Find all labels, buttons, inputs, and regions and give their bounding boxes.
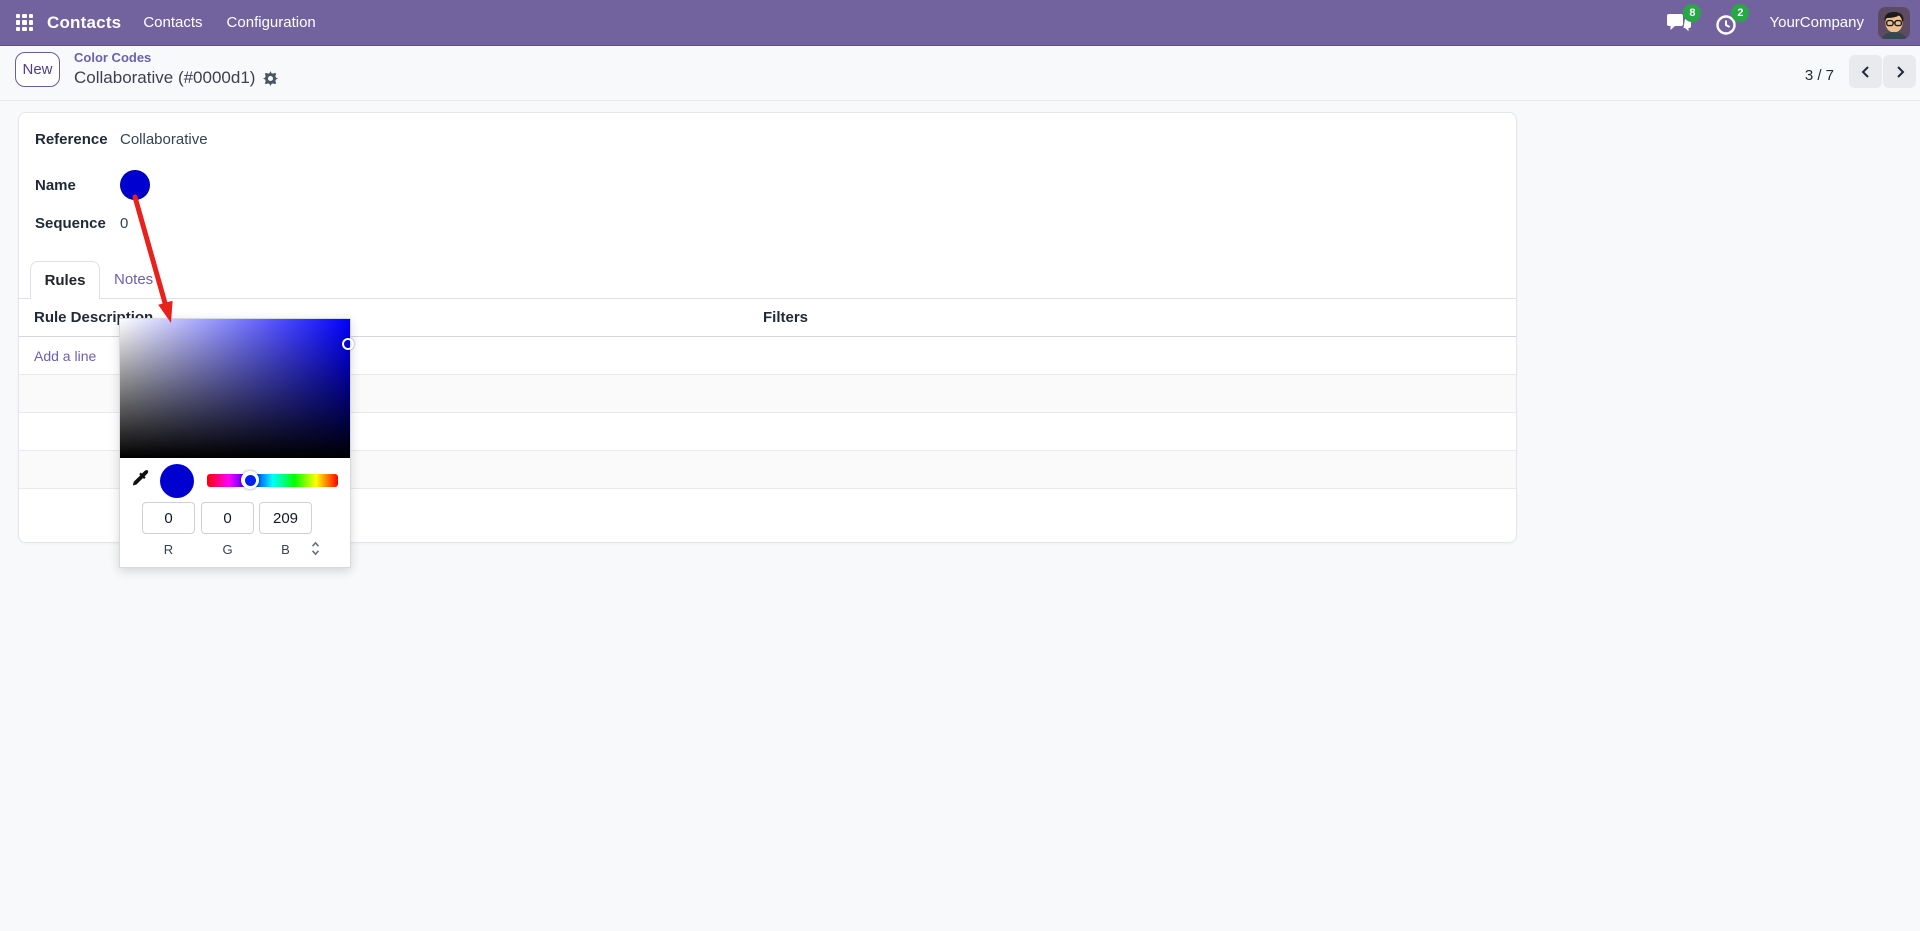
sv-cursor[interactable] bbox=[342, 338, 354, 350]
pager-next-button[interactable] bbox=[1883, 55, 1916, 88]
breadcrumb-parent-link[interactable]: Color Codes bbox=[74, 50, 278, 66]
top-navbar: Contacts Contacts Configuration 8 2 Your… bbox=[0, 0, 1920, 46]
messages-button[interactable]: 8 bbox=[1665, 3, 1702, 40]
green-input[interactable] bbox=[201, 502, 254, 534]
control-panel: New Color Codes Collaborative (#0000d1) … bbox=[0, 46, 1920, 101]
blue-label: B bbox=[281, 542, 290, 557]
name-label: Name bbox=[35, 176, 76, 194]
field-name: Name bbox=[35, 170, 150, 200]
name-color-swatch[interactable] bbox=[120, 170, 150, 200]
hue-slider[interactable] bbox=[207, 471, 338, 489]
breadcrumb: Color Codes Collaborative (#0000d1) bbox=[74, 50, 279, 89]
column-header-filters: Filters bbox=[763, 309, 809, 326]
company-switcher[interactable]: YourCompany bbox=[1769, 14, 1864, 31]
reference-value[interactable]: Collaborative bbox=[120, 131, 208, 148]
red-input[interactable] bbox=[142, 502, 195, 534]
menu-configuration[interactable]: Configuration bbox=[225, 10, 318, 35]
format-toggle-icon[interactable] bbox=[311, 541, 320, 561]
user-avatar[interactable] bbox=[1878, 6, 1910, 39]
pager-previous-button[interactable] bbox=[1849, 55, 1882, 88]
green-label: G bbox=[222, 542, 233, 557]
notebook-tabs: Rules Notes bbox=[19, 261, 1516, 299]
field-reference: Reference Collaborative bbox=[35, 127, 208, 151]
actions-gear-icon[interactable] bbox=[263, 70, 279, 86]
app-brand[interactable]: Contacts bbox=[47, 13, 121, 33]
activities-button[interactable]: 2 bbox=[1713, 3, 1750, 40]
color-picker-popup: R G B bbox=[119, 318, 354, 568]
reference-label: Reference bbox=[35, 130, 108, 148]
messages-badge: 8 bbox=[1683, 3, 1702, 22]
tab-notes[interactable]: Notes bbox=[100, 261, 167, 298]
new-button[interactable]: New bbox=[15, 52, 60, 87]
pager-value: 3 / 7 bbox=[1804, 67, 1834, 84]
hue-slider-handle[interactable] bbox=[241, 471, 259, 489]
red-label: R bbox=[163, 542, 174, 557]
eyedropper-icon[interactable] bbox=[131, 469, 150, 494]
field-sequence: Sequence 0 bbox=[35, 211, 128, 235]
tab-rules[interactable]: Rules bbox=[30, 261, 100, 299]
saturation-value-gradient[interactable] bbox=[120, 319, 354, 458]
sequence-value[interactable]: 0 bbox=[120, 215, 128, 232]
breadcrumb-current: Collaborative (#0000d1) bbox=[74, 68, 256, 87]
blue-input[interactable] bbox=[259, 502, 312, 534]
apps-menu-icon[interactable] bbox=[16, 14, 33, 31]
activities-badge: 2 bbox=[1731, 3, 1750, 22]
selected-color-preview bbox=[160, 464, 194, 498]
sequence-label: Sequence bbox=[35, 214, 106, 232]
menu-contacts[interactable]: Contacts bbox=[141, 10, 204, 35]
add-a-line-link[interactable]: Add a line bbox=[34, 337, 96, 375]
